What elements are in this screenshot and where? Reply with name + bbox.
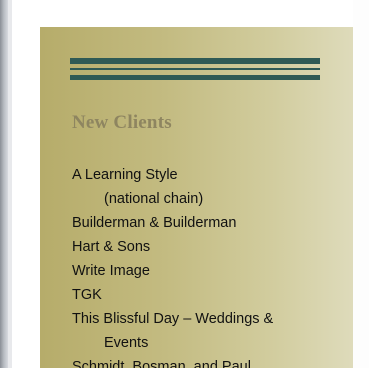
window-frame-left — [0, 0, 8, 368]
decorative-rule-top — [70, 58, 320, 64]
decorative-rule-middle — [70, 68, 320, 70]
sidebar-heading: New Clients — [72, 112, 172, 133]
sidebar-text-box[interactable]: New Clients A Learning Style (national c… — [40, 27, 353, 368]
document-margin-right — [353, 0, 369, 368]
list-item: (national chain) — [104, 191, 204, 207]
list-item: This Blissful Day – Weddings & — [72, 311, 274, 327]
client-list: A Learning Style (national chain) Builde… — [72, 163, 273, 368]
list-item: Hart & Sons — [72, 239, 151, 255]
decorative-rule-bottom — [70, 75, 320, 80]
list-item: Events — [104, 335, 149, 351]
list-item: Builderman & Builderman — [72, 215, 237, 231]
list-item: A Learning Style — [72, 167, 178, 183]
list-item: Schmidt, Bosman, and Paul — [72, 359, 251, 368]
list-item: TGK — [72, 287, 102, 303]
list-item: Write Image — [72, 263, 150, 279]
